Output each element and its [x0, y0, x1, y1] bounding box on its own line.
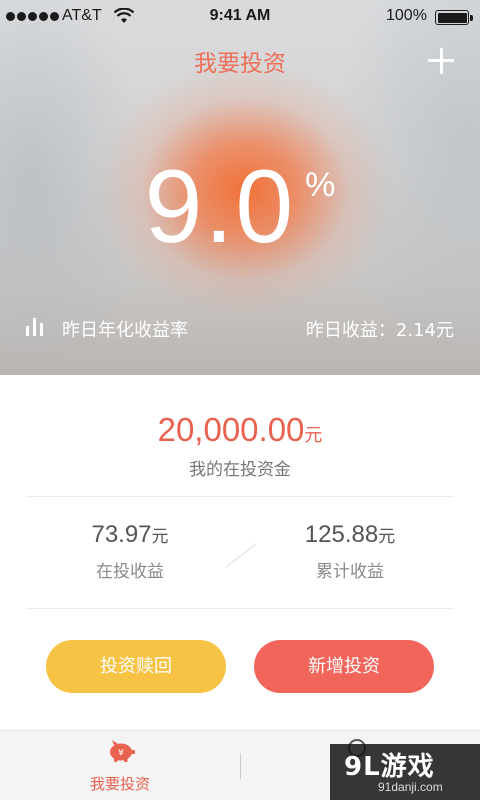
current-income-label: 在投收益 — [96, 562, 164, 582]
annual-rate-display: 9.0% — [0, 148, 480, 267]
hero-banner: AT&T 9:41 AM 100% 我要投资 9.0% 昨日年化收益率 昨日收益… — [0, 0, 480, 375]
tab-divider — [240, 753, 241, 779]
page-title: 我要投资 — [194, 51, 286, 77]
total-invested-label: 我的在投资金 — [189, 460, 291, 480]
new-investment-button[interactable]: 新增投资 — [254, 640, 434, 693]
watermark-logo: 9L游戏 91danji.com — [330, 744, 480, 800]
battery-icon — [435, 10, 473, 25]
investment-summary: 20,000.00元 我的在投资金 73.97元 在投收益 125.88元 累计… — [0, 375, 480, 730]
bar-chart-icon[interactable] — [26, 318, 44, 336]
cumulative-income-label: 累计收益 — [316, 562, 384, 582]
yesterday-income: 昨日收益：2.14元 — [305, 320, 454, 341]
watermark-subtitle: 91danji.com — [378, 780, 443, 794]
total-invested-amount: 20,000.00元 — [0, 411, 480, 449]
annual-rate-label: 昨日年化收益率 — [62, 320, 188, 341]
tab-invest-label: 我要投资 — [89, 775, 150, 793]
add-button[interactable] — [426, 46, 456, 76]
svg-text:¥: ¥ — [118, 749, 124, 759]
battery-percentage: 100% — [386, 7, 427, 24]
status-bar: AT&T 9:41 AM 100% — [0, 0, 480, 34]
tab-invest[interactable]: ¥ 我要投资 — [0, 731, 240, 800]
divider — [26, 496, 454, 497]
redeem-button[interactable]: 投资赎回 — [46, 640, 226, 693]
cumulative-income-value: 125.88 — [304, 521, 379, 548]
total-amount-value: 20,000.00 — [157, 411, 305, 448]
total-amount-unit: 元 — [304, 425, 323, 446]
current-income-value: 73.97 — [91, 521, 152, 548]
piggy-bank-icon: ¥ — [110, 740, 135, 762]
divider — [26, 608, 454, 609]
cumulative-income-stat: 125.88元 累计收益 — [250, 521, 450, 582]
current-income-stat: 73.97元 在投收益 — [30, 521, 230, 582]
annual-rate-value: 9.0 — [144, 149, 296, 265]
annual-rate-unit: % — [305, 166, 336, 204]
watermark-title: 9L游戏 — [344, 752, 435, 782]
cumulative-income-unit: 元 — [378, 527, 396, 546]
current-income-unit: 元 — [151, 527, 169, 546]
